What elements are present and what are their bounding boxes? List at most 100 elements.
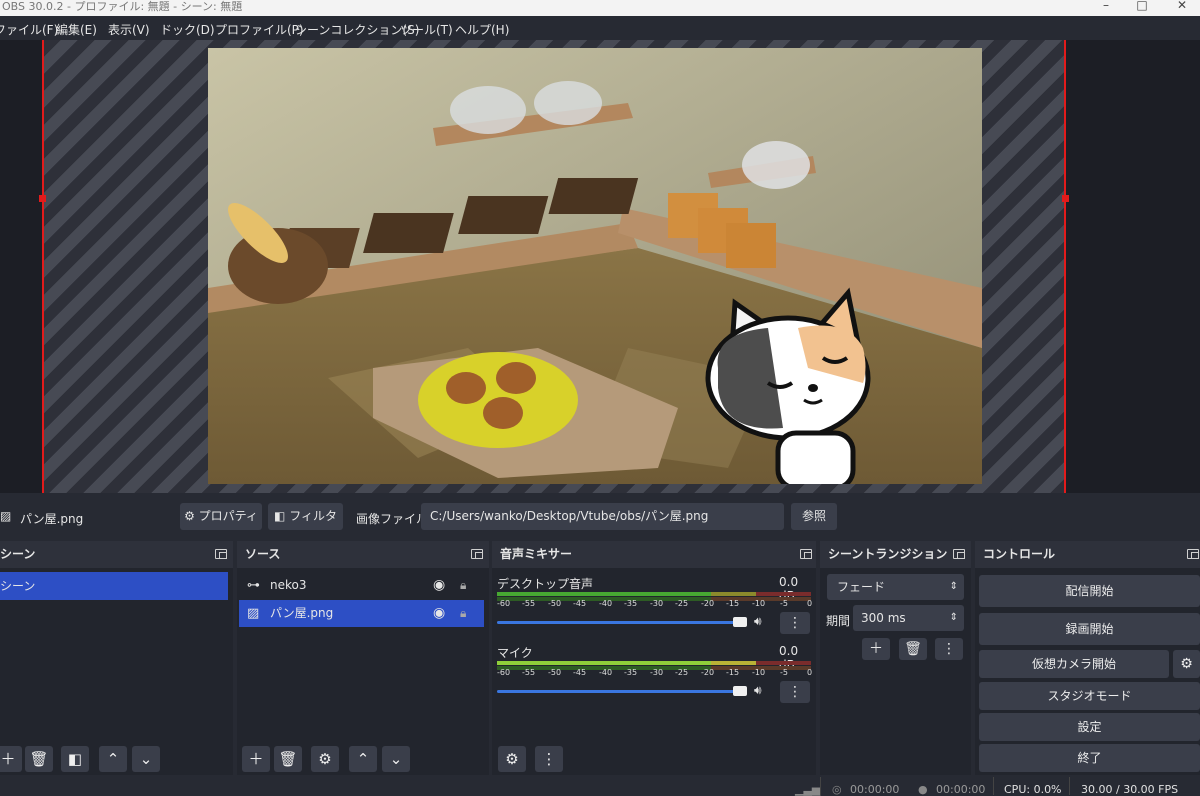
move-scene-down-button[interactable]: ⌄: [132, 746, 160, 772]
gear-icon: ⚙: [184, 509, 195, 523]
gear-icon: ⚙: [1180, 656, 1193, 672]
transition-menu-button[interactable]: ⋮: [935, 638, 963, 660]
scene-transitions-dock: シーントランジション フェード ⇕ 期間 300 ms ⇕ ＋ 🗑︎ ⋮: [820, 541, 971, 775]
browse-button[interactable]: 参照: [791, 503, 837, 530]
sources-title: ソース: [245, 547, 281, 561]
stream-time: 00:00:00: [850, 783, 900, 796]
controls-dock: コントロール 配信開始 録画開始 仮想カメラ開始 ⚙ スタジオモード 設定 終了: [975, 541, 1200, 775]
undock-icon[interactable]: [215, 549, 227, 559]
resize-handle-left[interactable]: [39, 195, 46, 202]
minimize-icon[interactable]: –: [1096, 0, 1116, 12]
filters-label: フィルタ: [289, 509, 337, 523]
start-recording-button[interactable]: 録画開始: [979, 613, 1200, 645]
properties-button[interactable]: ⚙ プロパティ: [180, 503, 262, 530]
bakery-scene-graphic: [208, 48, 982, 484]
plus-icon: ＋: [248, 750, 264, 768]
undock-icon[interactable]: [953, 549, 965, 559]
preview-area[interactable]: [0, 40, 1200, 493]
scene-filters-button[interactable]: ◧: [61, 746, 89, 772]
controls-header: コントロール: [975, 541, 1200, 568]
lock-icon[interactable]: 🔒︎: [460, 600, 466, 627]
speaker-icon[interactable]: 🔊︎: [754, 683, 762, 698]
fps-readout: 30.00 / 30.00 FPS: [1081, 783, 1179, 796]
meter-scale: -60 -55 -50 -45 -40 -35 -30 -25 -20 -15 -10 -5 0: [497, 599, 813, 608]
menu-view[interactable]: 表示(V): [108, 21, 150, 38]
trash-icon: 🗑︎: [278, 750, 298, 768]
gamepad-icon: ⊶: [247, 578, 260, 593]
channel-menu-button[interactable]: ⋮: [780, 681, 810, 703]
eye-icon[interactable]: ◉: [433, 600, 445, 627]
cpu-usage: CPU: 0.0%: [1004, 783, 1062, 796]
remove-transition-button[interactable]: 🗑︎: [899, 638, 927, 660]
settings-button[interactable]: 設定: [979, 713, 1200, 741]
channel-name: マイク: [497, 646, 533, 660]
mixer-menu-button[interactable]: ⋮: [535, 746, 563, 772]
more-icon: ⋮: [942, 641, 956, 657]
filter-icon: ◧: [67, 750, 83, 768]
volume-meter-high: [756, 661, 811, 665]
source-label: パン屋.png: [270, 606, 334, 620]
move-source-up-button[interactable]: ⌃: [349, 746, 377, 772]
filters-button[interactable]: ◧ フィルタ: [268, 503, 343, 530]
add-scene-button[interactable]: ＋: [0, 746, 22, 772]
eye-icon[interactable]: ◉: [433, 572, 445, 599]
speaker-icon[interactable]: 🔊︎: [754, 614, 762, 629]
chevron-down-icon: ⌄: [389, 750, 403, 768]
plus-icon: ＋: [0, 750, 16, 768]
virtual-camera-settings-button[interactable]: ⚙: [1173, 650, 1200, 678]
resize-handle-right[interactable]: [1062, 195, 1069, 202]
volume-slider[interactable]: [497, 621, 742, 624]
undock-icon[interactable]: [800, 549, 812, 559]
menu-profile[interactable]: プロファイル(P): [215, 21, 304, 38]
volume-slider[interactable]: [497, 690, 742, 693]
start-virtual-camera-button[interactable]: 仮想カメラ開始: [979, 650, 1169, 678]
transition-select[interactable]: フェード ⇕: [827, 574, 964, 600]
source-item-bakery[interactable]: ▨ パン屋.png ◉ 🔒︎: [239, 600, 484, 627]
maximize-icon[interactable]: □: [1132, 0, 1152, 12]
studio-mode-button[interactable]: スタジオモード: [979, 682, 1200, 710]
menu-edit[interactable]: 編集(E): [56, 21, 97, 38]
status-bar: ▁▃▅ ◎ 00:00:00 ● 00:00:00 CPU: 0.0% 30.0…: [0, 777, 1200, 796]
source-item-neko3[interactable]: ⊶ neko3 ◉ 🔒︎: [239, 572, 484, 599]
transitions-title: シーントランジション: [828, 547, 948, 561]
volume-meter-left: [497, 592, 711, 596]
undock-icon[interactable]: [471, 549, 483, 559]
spin-arrows-icon[interactable]: ⇕: [950, 605, 958, 631]
image-path-field[interactable]: C:/Users/wanko/Desktop/Vtube/obs/パン屋.png: [421, 503, 784, 530]
menu-tools[interactable]: ツール(T): [400, 21, 453, 38]
remove-scene-button[interactable]: 🗑︎: [25, 746, 53, 772]
advanced-audio-button[interactable]: ⚙: [498, 746, 526, 772]
start-streaming-button[interactable]: 配信開始: [979, 575, 1200, 607]
scene-list-item[interactable]: シーン: [0, 572, 228, 600]
volume-slider-handle[interactable]: [733, 617, 747, 627]
window-titlebar: OBS 30.0.2 - プロファイル: 無題 - シーン: 無題 – □ ✕: [0, 0, 1200, 16]
move-source-down-button[interactable]: ⌄: [382, 746, 410, 772]
gears-icon: ⚙: [505, 750, 519, 768]
image-file-label: 画像ファイル: [356, 512, 429, 526]
scenes-dock: シーン シーン: [0, 541, 233, 775]
lock-icon[interactable]: 🔒︎: [460, 572, 466, 599]
scene-item-label: シーン: [0, 579, 36, 593]
undock-icon[interactable]: [1187, 549, 1199, 559]
chevron-down-icon: ⌄: [139, 750, 153, 768]
duration-spinbox[interactable]: 300 ms ⇕: [853, 605, 964, 631]
channel-menu-button[interactable]: ⋮: [780, 612, 810, 634]
menu-help[interactable]: ヘルプ(H): [455, 21, 509, 38]
menu-bar: ファイル(F) 編集(E) 表示(V) ドック(D) プロファイル(P) シーン…: [0, 16, 1200, 40]
record-time: 00:00:00: [936, 783, 986, 796]
add-transition-button[interactable]: ＋: [862, 638, 890, 660]
menu-file[interactable]: ファイル(F): [0, 21, 58, 38]
exit-button[interactable]: 終了: [979, 744, 1200, 772]
filter-icon: ◧: [274, 509, 286, 523]
volume-meter-left: [497, 661, 711, 665]
close-icon[interactable]: ✕: [1172, 0, 1192, 12]
move-scene-up-button[interactable]: ⌃: [99, 746, 127, 772]
more-icon: ⋮: [541, 750, 557, 768]
menu-docks[interactable]: ドック(D): [160, 21, 215, 38]
volume-slider-handle[interactable]: [733, 686, 747, 696]
add-source-button[interactable]: ＋: [242, 746, 270, 772]
source-properties-button[interactable]: ⚙: [311, 746, 339, 772]
remove-source-button[interactable]: 🗑︎: [274, 746, 302, 772]
broadcast-icon: ◎: [832, 783, 842, 796]
divider: [820, 777, 821, 795]
